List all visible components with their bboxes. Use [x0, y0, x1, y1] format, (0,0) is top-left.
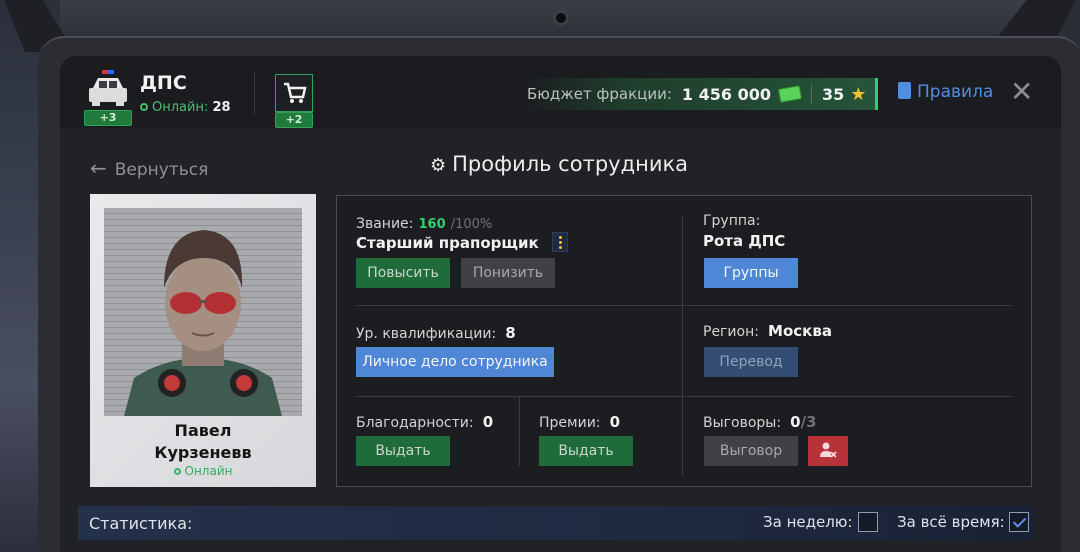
thanks-section: Благодарности: 0	[356, 412, 493, 431]
rank-name-row: Старший прапорщик	[356, 232, 568, 252]
profile-panel: Звание: 160 /100% Старший прапорщик Повы…	[336, 195, 1032, 487]
employee-card: Павел Курзеневв Онлайн	[90, 194, 316, 487]
give-bonus-button[interactable]: Выдать	[539, 436, 633, 466]
faction-name: ДПС	[140, 72, 187, 94]
week-checkbox[interactable]	[858, 512, 878, 532]
thanks-value: 0	[482, 413, 494, 431]
header: +3 ДПС Онлайн: 28 +2 Бюджет фракции: 1 4…	[60, 56, 1061, 128]
all-time-label: За всё время:	[897, 513, 1005, 531]
online-dot-icon	[140, 103, 148, 111]
online-dot-icon	[173, 468, 181, 475]
week-label: За неделю:	[763, 513, 853, 531]
rank-progress-max: /100%	[450, 217, 493, 232]
faction-budget: Бюджет фракции: 1 456 000 35 ★	[520, 78, 878, 110]
cart-badge: +2	[275, 112, 313, 128]
statistics-title: Статистика:	[89, 513, 193, 533]
back-button[interactable]: ← Вернуться	[90, 156, 208, 180]
faction-badge: +3	[84, 110, 132, 126]
qualification-value: 8	[505, 324, 516, 342]
reprimands-label: Выговоры:	[703, 415, 782, 431]
money-icon	[777, 85, 803, 103]
region-section: Регион: Москва	[703, 321, 832, 340]
employee-photo	[104, 208, 302, 416]
remove-reprimand-button[interactable]	[808, 436, 848, 466]
qualification-section: Ур. квалификации: 8	[356, 323, 516, 342]
rank-name: Старший прапорщик	[356, 234, 539, 252]
panel-divider-1	[356, 305, 1012, 306]
reprimands-value: 0	[790, 413, 801, 431]
header-divider	[254, 72, 255, 114]
mugshot-portrait	[124, 230, 282, 416]
employee-first-name: Павел	[174, 421, 232, 440]
page-title-text: Профиль сотрудника	[452, 152, 689, 176]
region-label: Регион:	[703, 324, 759, 340]
rank-section: Звание: 160 /100%	[356, 213, 492, 232]
employee-last-name: Курзеневв	[154, 443, 252, 462]
employee-status-text: Онлайн	[184, 464, 233, 478]
stars-value: 35	[821, 84, 845, 104]
reprimands-max: /3	[800, 413, 817, 431]
thanks-label: Благодарности:	[356, 415, 474, 431]
page-title: ⚙ Профиль сотрудника	[430, 152, 688, 176]
employee-status: Онлайн	[90, 464, 316, 478]
budget-label: Бюджет фракции:	[527, 85, 672, 103]
rules-label: Правила	[917, 82, 994, 102]
online-label: Онлайн:	[152, 100, 209, 115]
online-status: Онлайн: 28	[140, 100, 231, 115]
rank-insignia-icon	[551, 232, 568, 252]
budget-separator	[810, 84, 812, 104]
budget-value: 1 456 000	[681, 84, 771, 104]
rank-progress: 160	[418, 217, 446, 232]
employee-name: Павел Курзеневв	[90, 420, 316, 464]
qualification-label: Ур. квалификации:	[356, 326, 497, 342]
panel-divider-vertical-2	[519, 396, 520, 466]
group-name: Рота ДПС	[703, 232, 786, 250]
gear-icon: ⚙	[430, 155, 447, 176]
close-icon[interactable]: ✕	[1010, 78, 1033, 106]
region-name: Москва	[768, 322, 832, 340]
give-thanks-button[interactable]: Выдать	[356, 436, 450, 466]
group-label: Группа:	[703, 213, 761, 229]
statistics-bar: Статистика: За неделю: За всё время:	[78, 506, 1034, 540]
remove-user-icon	[820, 442, 837, 458]
arrow-left-icon: ←	[90, 156, 107, 180]
groups-button[interactable]: Группы	[704, 258, 798, 288]
transfer-button[interactable]: Перевод	[704, 347, 798, 377]
reprimand-button[interactable]: Выговор	[704, 436, 798, 466]
tablet-screen: +3 ДПС Онлайн: 28 +2 Бюджет фракции: 1 4…	[60, 56, 1061, 552]
rules-link[interactable]: Правила	[898, 82, 993, 102]
bonuses-label: Премии:	[539, 415, 601, 431]
online-count: 28	[212, 100, 231, 115]
cart-icon	[284, 82, 307, 103]
demote-button[interactable]: Понизить	[461, 258, 555, 288]
panel-divider-vertical	[682, 216, 683, 476]
panel-divider-2	[356, 396, 1012, 397]
rank-label: Звание:	[356, 216, 414, 232]
star-icon: ★	[850, 83, 867, 105]
bonuses-section: Премии: 0	[539, 412, 620, 431]
reprimands-section: Выговоры: 0/3	[703, 412, 817, 431]
shop-button[interactable]	[275, 74, 313, 112]
bonuses-value: 0	[609, 413, 621, 431]
all-time-checkbox[interactable]	[1009, 512, 1029, 532]
tablet-camera	[553, 10, 569, 26]
personal-file-button[interactable]: Личное дело сотрудника	[356, 347, 554, 377]
clipboard-icon	[898, 82, 911, 99]
back-label: Вернуться	[114, 160, 209, 180]
promote-button[interactable]: Повысить	[356, 258, 450, 288]
